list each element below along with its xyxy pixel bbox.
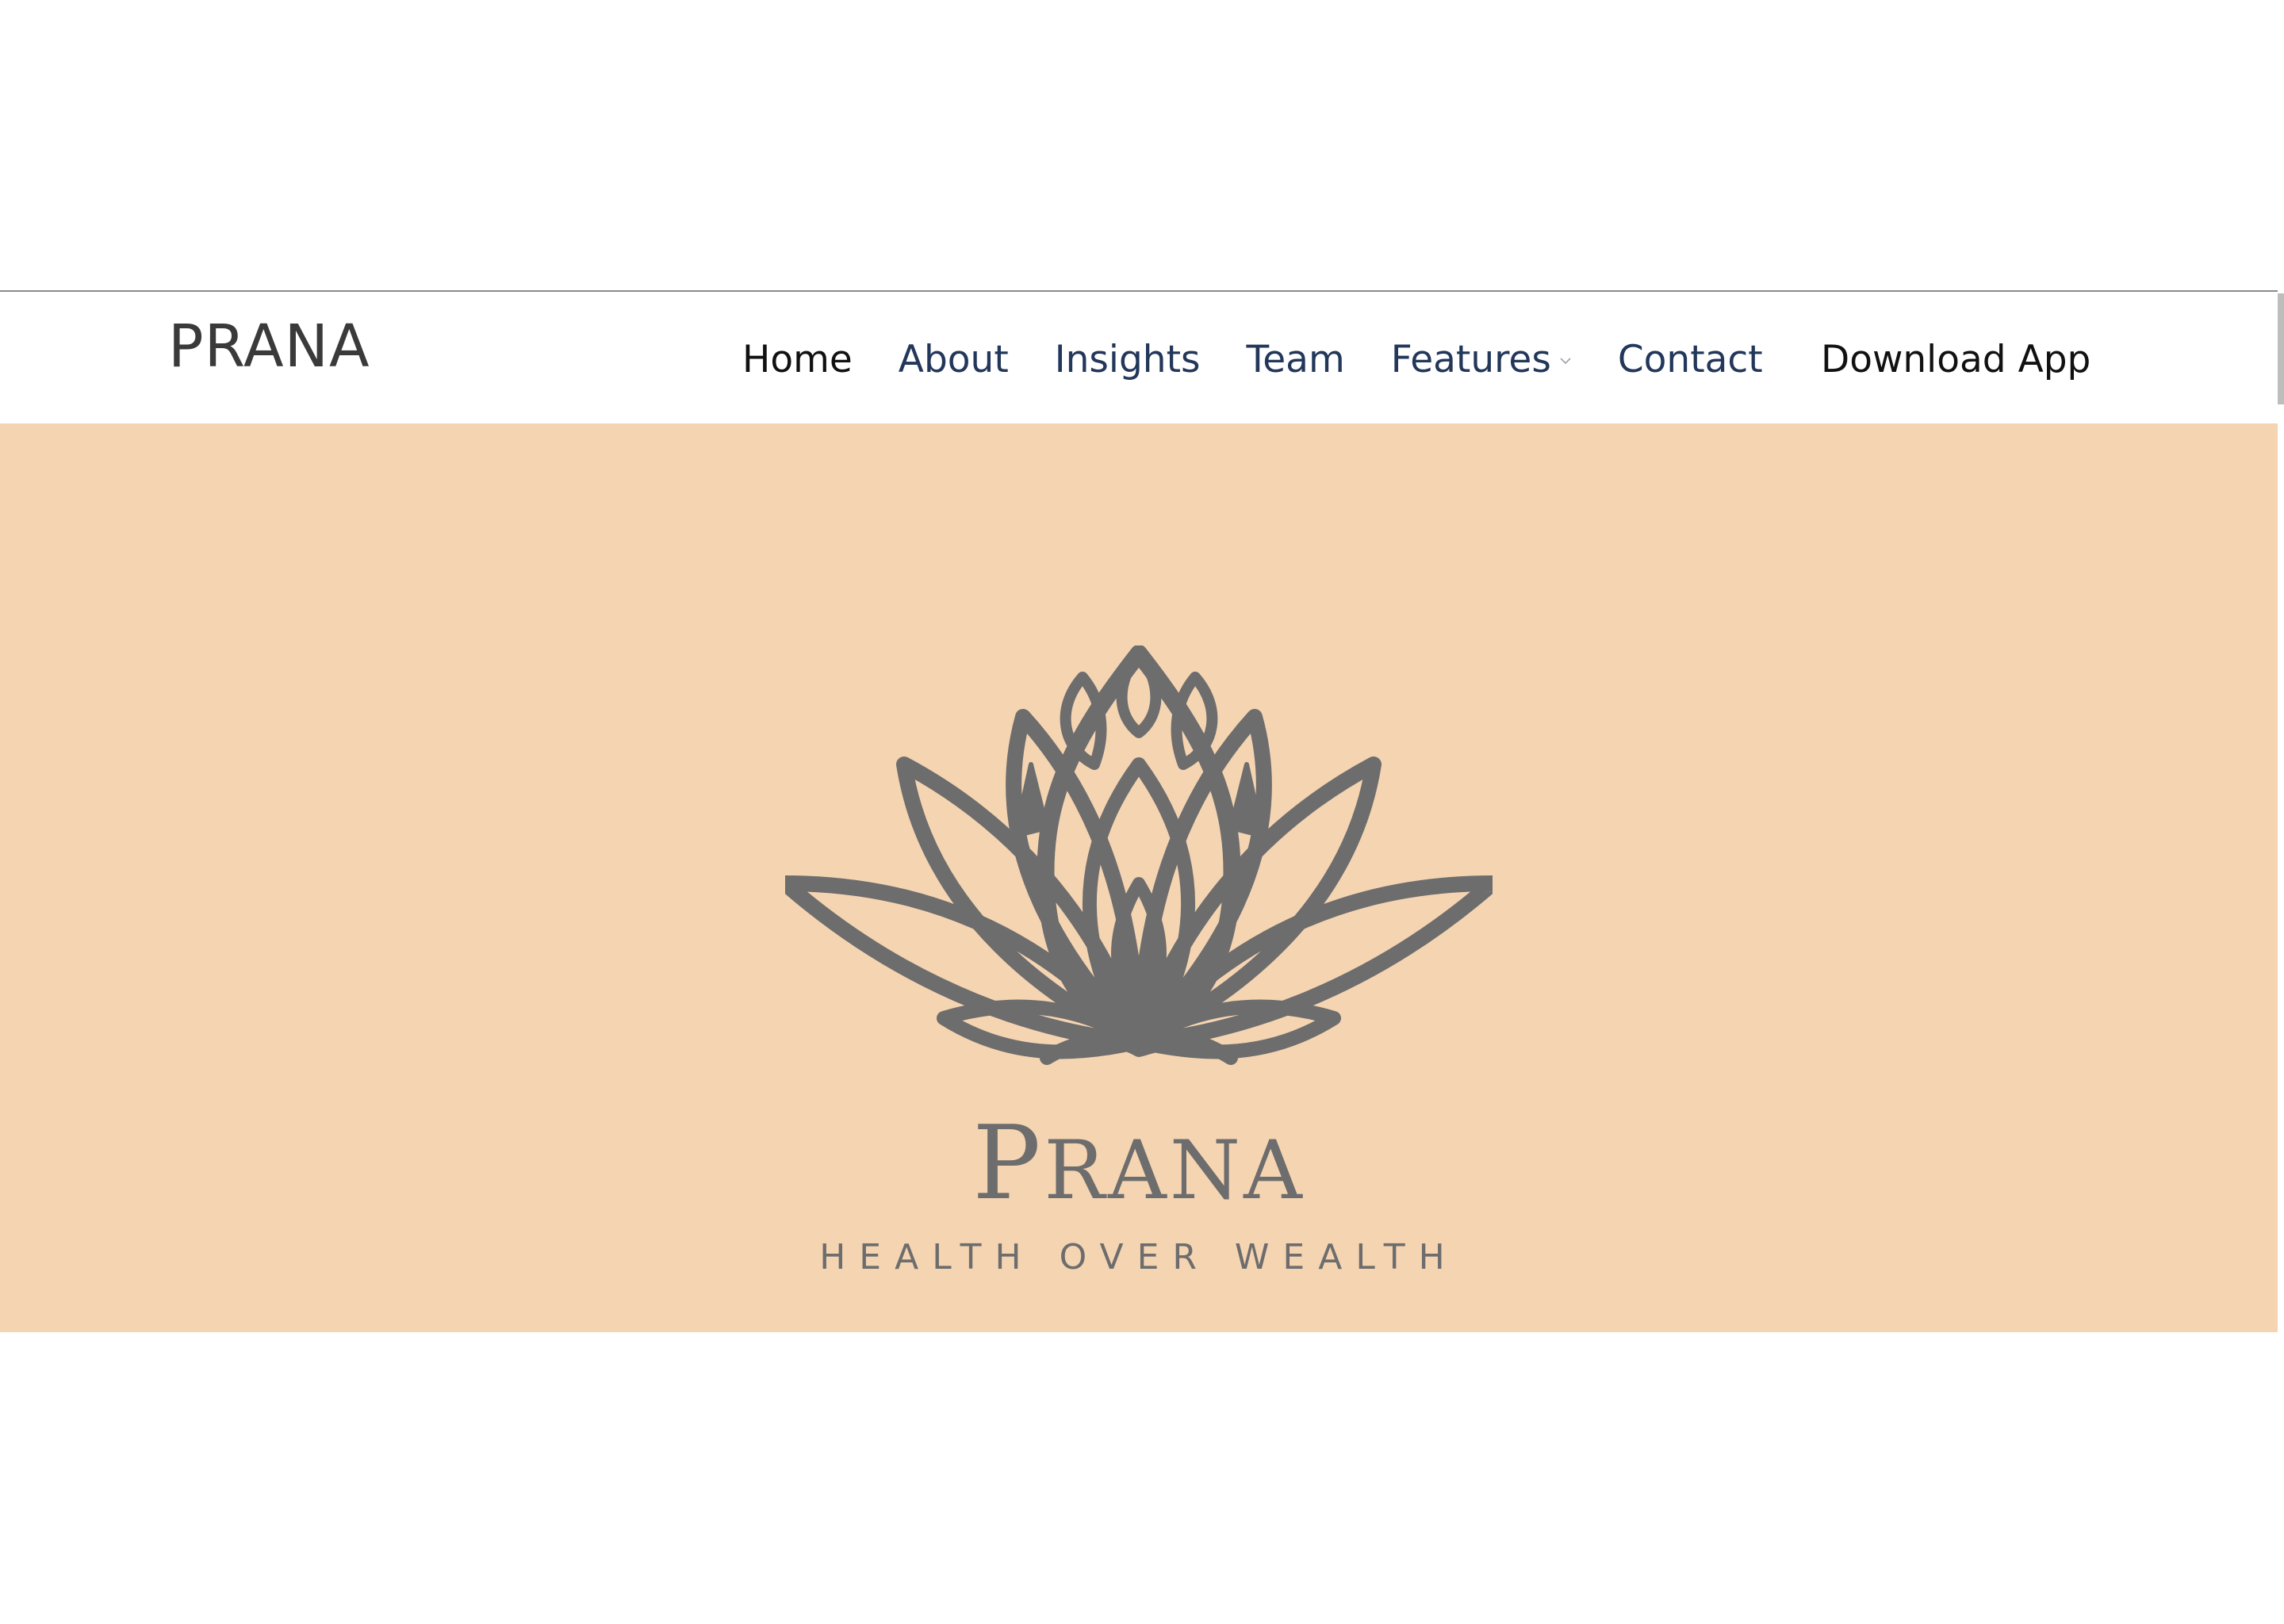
nav-home[interactable]: Home <box>742 338 853 381</box>
hero-tagline: HEALTH OVER WEALTH <box>819 1237 1458 1277</box>
top-navbar: PRANA Home About Insights Team Features <box>0 290 2278 423</box>
hero-title-initial: P <box>972 1105 1044 1223</box>
page: PRANA Home About Insights Team Features <box>0 0 2284 1624</box>
nav-features-label: Features <box>1390 337 1551 381</box>
nav-about-label: About <box>898 337 1009 381</box>
nav-team[interactable]: Team <box>1247 338 1345 381</box>
download-app-button[interactable]: Download App <box>1821 331 2090 387</box>
nav-insights-label: Insights <box>1054 337 1201 381</box>
hero-title: PRANA <box>0 1113 2278 1215</box>
lotus-icon <box>785 645 1493 1065</box>
chevron-down-icon <box>1560 358 1571 365</box>
nav-contact[interactable]: Contact <box>1618 338 1763 381</box>
nav-insights[interactable]: Insights <box>1055 338 1201 381</box>
nav-features-dropdown[interactable]: Features <box>1391 338 1572 381</box>
download-app-label: Download App <box>1821 337 2091 381</box>
nav-contact-label: Contact <box>1617 337 1763 381</box>
brand-logo-text[interactable]: PRANA <box>168 317 370 376</box>
main-nav: Home About Insights Team Features Contac… <box>742 331 1809 387</box>
scrollbar-thumb[interactable] <box>2278 293 2284 404</box>
nav-about[interactable]: About <box>899 338 1009 381</box>
nav-home-label: Home <box>742 337 853 381</box>
nav-team-label: Team <box>1246 337 1345 381</box>
hero-banner: PRANA HEALTH OVER WEALTH <box>0 423 2278 1332</box>
hero-title-rest: RANA <box>1044 1124 1305 1218</box>
